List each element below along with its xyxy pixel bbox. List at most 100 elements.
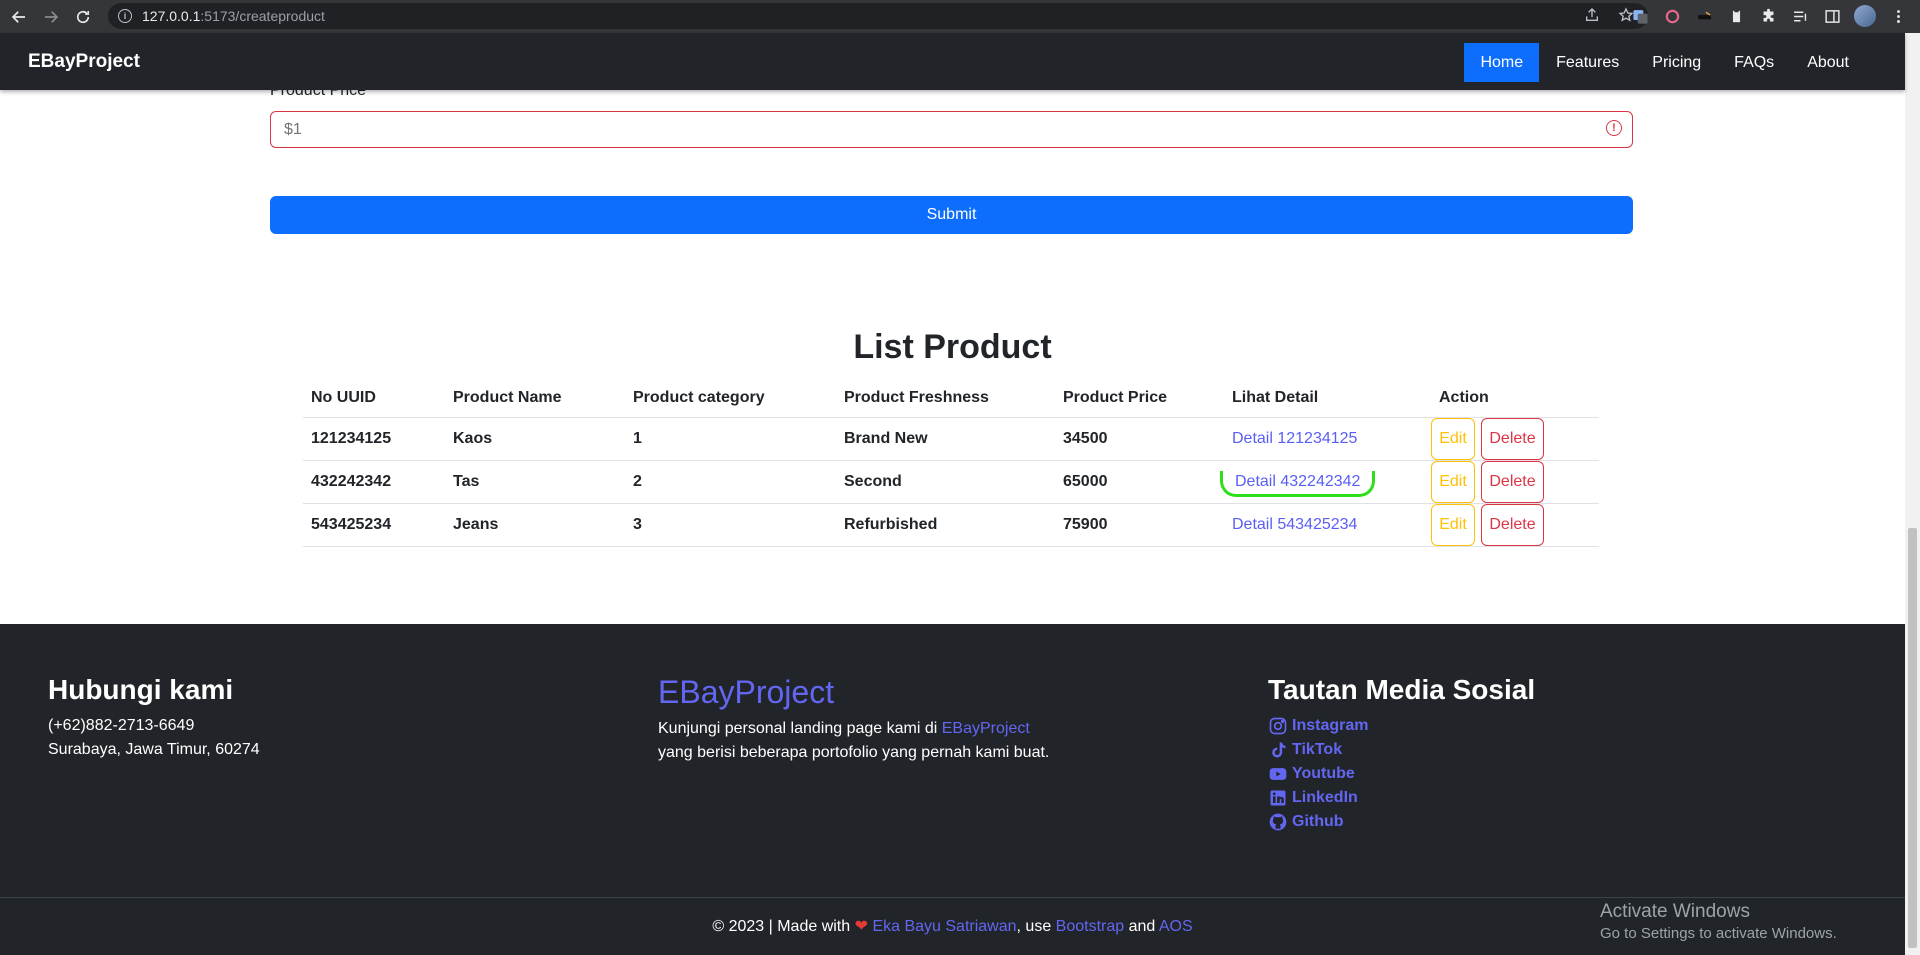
site-navbar: EBayProject Home Features Pricing FAQs A… bbox=[0, 33, 1905, 90]
share-icon[interactable] bbox=[1584, 7, 1600, 23]
footer-about-line2: yang berisi beberapa portofolio yang per… bbox=[658, 744, 1050, 761]
product-price-input[interactable] bbox=[270, 111, 1633, 148]
social-label: LinkedIn bbox=[1292, 789, 1358, 806]
col-header-name: Product Name bbox=[445, 379, 625, 418]
list-title: List Product bbox=[853, 328, 1052, 366]
back-icon[interactable] bbox=[6, 4, 32, 30]
social-label: TikTok bbox=[1292, 741, 1343, 758]
footer-contact-title: Hubungi kami bbox=[48, 674, 234, 705]
social-link-github[interactable]: Github bbox=[1268, 810, 1535, 834]
social-link-tiktok[interactable]: TikTok bbox=[1268, 738, 1535, 762]
footer-address: Surabaya, Jawa Timur, 60274 bbox=[48, 741, 260, 758]
cell-detail: Detail 543425234 bbox=[1224, 503, 1431, 547]
edit-button[interactable]: Edit bbox=[1431, 503, 1475, 546]
footer-phone: (+62)882-2713-6649 bbox=[48, 717, 195, 734]
cell-action: Edit Delete bbox=[1431, 417, 1599, 461]
windows-activation-watermark: Activate Windows Go to Settings to activ… bbox=[1600, 901, 1837, 942]
nav-links: Home Features Pricing FAQs About bbox=[1463, 43, 1865, 82]
scrollbar-thumb[interactable] bbox=[1908, 528, 1917, 948]
heart-icon: ❤ bbox=[854, 918, 868, 935]
circle-extension-icon[interactable] bbox=[1662, 6, 1682, 26]
cell-action: Edit Delete bbox=[1431, 503, 1599, 547]
and-text: and bbox=[1124, 918, 1159, 935]
nav-link-features[interactable]: Features bbox=[1540, 43, 1635, 82]
col-header-category: Product category bbox=[625, 379, 836, 418]
footer-social: Tautan Media Sosial Instagram TikTok You… bbox=[1268, 674, 1535, 834]
side-panel-icon[interactable] bbox=[1822, 6, 1842, 26]
nav-link-pricing[interactable]: Pricing bbox=[1636, 43, 1717, 82]
menu-kebab-icon[interactable] bbox=[1888, 6, 1908, 26]
url-path: :5173/createproduct bbox=[200, 8, 325, 24]
bootstrap-link[interactable]: Bootstrap bbox=[1056, 918, 1124, 935]
tiktok-icon bbox=[1272, 742, 1286, 758]
footer-contact: Hubungi kami (+62)882-2713-6649 Surabaya… bbox=[48, 674, 260, 762]
nav-link-faqs[interactable]: FAQs bbox=[1718, 43, 1790, 82]
translate-extension-icon[interactable] bbox=[1630, 6, 1650, 26]
social-label: Github bbox=[1292, 813, 1344, 830]
detail-link[interactable]: Detail 121234125 bbox=[1232, 430, 1357, 447]
profile-avatar[interactable] bbox=[1854, 5, 1876, 27]
col-header-uuid: No UUID bbox=[303, 379, 445, 418]
nav-link-home[interactable]: Home bbox=[1464, 43, 1540, 82]
forward-icon[interactable] bbox=[38, 4, 64, 30]
cell-freshness: Refurbished bbox=[836, 503, 1055, 547]
nav-link-about[interactable]: About bbox=[1791, 43, 1865, 82]
dark-extension-icon[interactable] bbox=[1694, 6, 1714, 26]
table-row: 121234125 Kaos 1 Brand New 34500 Detail … bbox=[303, 417, 1599, 461]
footer-divider bbox=[0, 897, 1905, 898]
social-link-instagram[interactable]: Instagram bbox=[1268, 714, 1535, 738]
social-link-linkedin[interactable]: LinkedIn bbox=[1268, 786, 1535, 810]
delete-button[interactable]: Delete bbox=[1481, 417, 1544, 460]
detail-link[interactable]: Detail 543425234 bbox=[1232, 516, 1357, 533]
activate-subtitle: Go to Settings to activate Windows. bbox=[1600, 925, 1837, 942]
cell-freshness: Second bbox=[836, 460, 1055, 504]
cell-freshness: Brand New bbox=[836, 417, 1055, 461]
puzzle-extensions-icon[interactable] bbox=[1758, 6, 1778, 26]
edit-button[interactable]: Edit bbox=[1431, 460, 1475, 503]
github-icon bbox=[1269, 813, 1287, 831]
navbar-brand[interactable]: EBayProject bbox=[28, 51, 140, 73]
clipboard-extension-icon[interactable] bbox=[1726, 6, 1746, 26]
cell-category: 1 bbox=[625, 417, 836, 461]
cell-uuid: 121234125 bbox=[303, 417, 445, 461]
footer-about-text: Kunjungi personal landing page kami di bbox=[658, 720, 942, 737]
col-header-freshness: Product Freshness bbox=[836, 379, 1055, 418]
browser-toolbar: i 127.0.0.1:5173/createproduct bbox=[0, 0, 1920, 33]
cell-price: 75900 bbox=[1055, 503, 1224, 547]
footer-about: EBayProject Kunjungi personal landing pa… bbox=[658, 674, 1049, 765]
footer-brand[interactable]: EBayProject bbox=[658, 674, 1049, 711]
cell-detail: Detail 121234125 bbox=[1224, 417, 1431, 461]
col-header-detail: Lihat Detail bbox=[1224, 379, 1431, 418]
cell-price: 65000 bbox=[1055, 460, 1224, 504]
table-row: 432242342 Tas 2 Second 65000 Detail 4322… bbox=[303, 460, 1599, 504]
cell-name: Kaos bbox=[445, 417, 625, 461]
delete-button[interactable]: Delete bbox=[1481, 460, 1544, 503]
submit-button[interactable]: Submit bbox=[270, 196, 1633, 234]
footer-brand-link[interactable]: EBayProject bbox=[942, 720, 1030, 737]
cell-action: Edit Delete bbox=[1431, 460, 1599, 504]
delete-button[interactable]: Delete bbox=[1481, 503, 1544, 546]
social-label: Instagram bbox=[1292, 717, 1369, 734]
edit-button[interactable]: Edit bbox=[1431, 417, 1475, 460]
detail-link-highlighted[interactable]: Detail 432242342 bbox=[1220, 470, 1376, 497]
reload-icon[interactable] bbox=[70, 4, 96, 30]
cell-category: 2 bbox=[625, 460, 836, 504]
social-link-youtube[interactable]: Youtube bbox=[1268, 762, 1535, 786]
address-bar[interactable]: i 127.0.0.1:5173/createproduct bbox=[108, 3, 1648, 29]
url-host: 127.0.0.1 bbox=[142, 8, 201, 24]
use-text: , use bbox=[1016, 918, 1056, 935]
page-scrollbar[interactable] bbox=[1905, 33, 1920, 955]
reading-list-icon[interactable] bbox=[1790, 6, 1810, 26]
footer-about-line1: Kunjungi personal landing page kami di E… bbox=[658, 717, 1049, 741]
cell-uuid: 543425234 bbox=[303, 503, 445, 547]
cell-detail: Detail 432242342 bbox=[1220, 460, 1431, 504]
author-link[interactable]: Eka Bayu Satriawan bbox=[872, 918, 1016, 935]
site-info-icon[interactable]: i bbox=[118, 9, 132, 23]
instagram-icon bbox=[1269, 717, 1287, 735]
cell-name: Tas bbox=[445, 460, 625, 504]
activate-title: Activate Windows bbox=[1600, 901, 1750, 922]
linkedin-icon bbox=[1270, 790, 1286, 806]
cell-uuid: 432242342 bbox=[303, 460, 445, 504]
aos-link[interactable]: AOS bbox=[1159, 918, 1193, 935]
invalid-warning-icon: ! bbox=[1606, 120, 1622, 136]
